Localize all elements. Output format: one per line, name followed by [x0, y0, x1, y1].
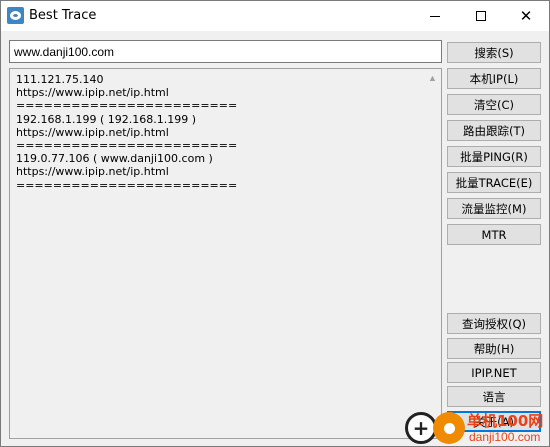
output-line: ======================== [16, 99, 238, 113]
clear-button[interactable]: 清空(C) [447, 94, 541, 115]
traffic-monitor-button[interactable]: 流量监控(M) [447, 198, 541, 219]
close-button[interactable]: ✕ [503, 1, 549, 31]
watermark-circle-icon [433, 412, 465, 444]
language-button[interactable]: 语言 [447, 386, 541, 407]
maximize-button[interactable] [458, 1, 504, 31]
output-line: https://www.ipip.net/ip.html [16, 86, 169, 100]
output-line: 192.168.1.199 ( 192.168.1.199 ) [16, 112, 197, 126]
watermark-title: 单机100网 [467, 412, 544, 430]
local-ip-button[interactable]: 本机IP(L) [447, 68, 541, 89]
mtr-button[interactable]: MTR [447, 224, 541, 245]
output-line: ======================== [16, 139, 238, 153]
output-line: https://www.ipip.net/ip.html [16, 125, 169, 139]
window-title: Best Trace [29, 8, 97, 23]
app-icon [7, 7, 24, 24]
help-button[interactable]: 帮助(H) [447, 338, 541, 359]
address-input[interactable] [9, 40, 442, 63]
query-license-button[interactable]: 查询授权(Q) [447, 313, 541, 334]
main-window: Best Trace ✕ 111.121.75.140https://www.i… [0, 0, 550, 447]
batch-trace-button[interactable]: 批量TRACE(E) [447, 172, 541, 193]
maximize-icon [476, 11, 486, 21]
title-bar: Best Trace ✕ [1, 1, 549, 31]
close-icon: ✕ [519, 7, 533, 25]
output-line: 111.121.75.140 [16, 73, 104, 86]
ipip-net-button[interactable]: IPIP.NET [447, 362, 541, 383]
scroll-up-arrow-icon[interactable]: ▲ [424, 69, 441, 86]
output-text: 111.121.75.140 https://www.ipip.net/ip.ht… [16, 73, 421, 192]
batch-ping-button[interactable]: 批量PING(R) [447, 146, 541, 167]
watermark-logo: + 单机100网 danji100.com [405, 409, 550, 447]
output-textarea[interactable]: 111.121.75.140 https://www.ipip.net/ip.ht… [9, 68, 442, 439]
search-button[interactable]: 搜索(S) [447, 42, 541, 63]
output-line: 119.0.77.106 ( www.danji100.com ) [16, 152, 213, 166]
route-trace-button[interactable]: 路由跟踪(T) [447, 120, 541, 141]
output-line: ======================== [16, 178, 238, 192]
watermark-url: danji100.com [469, 430, 541, 444]
output-scrollbar[interactable]: ▲ ▼ [424, 69, 441, 438]
minimize-button[interactable] [412, 1, 458, 31]
minimize-icon [430, 15, 440, 17]
output-line: https://www.ipip.net/ip.html [16, 165, 169, 179]
